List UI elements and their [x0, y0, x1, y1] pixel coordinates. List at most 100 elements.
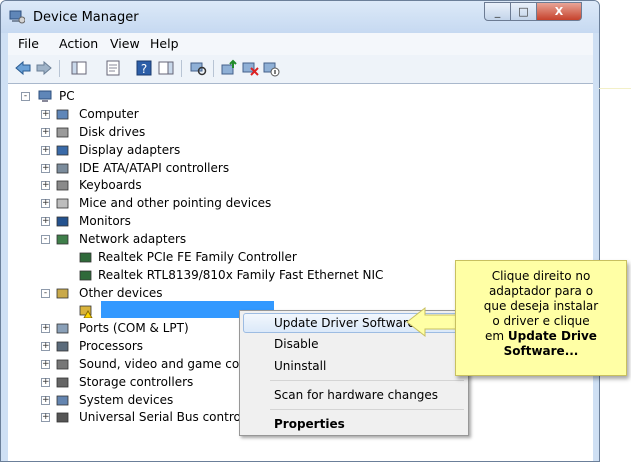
tree-category[interactable]: + Display adapters	[41, 142, 541, 160]
expand-icon[interactable]: +	[41, 110, 50, 119]
menu-separator	[270, 409, 464, 410]
help-icon[interactable]: ?	[135, 59, 153, 77]
forward-icon[interactable]	[35, 59, 53, 77]
expand-icon[interactable]: +	[41, 324, 50, 334]
tree-item-label: Realtek PCIe FE Family Controller	[98, 249, 297, 264]
toolbar-separator	[213, 60, 214, 77]
tree-item-label: Display adapters	[79, 142, 181, 157]
expand-icon[interactable]: +	[41, 359, 50, 369]
tree-item-label: Other devices	[79, 285, 163, 300]
tree-category[interactable]: + IDE ATA/ATAPI controllers	[41, 160, 541, 178]
menu-view[interactable]: View	[110, 36, 140, 51]
disable-icon[interactable]	[262, 59, 280, 77]
tree-item-label: Computer	[79, 107, 139, 121]
storage-icon	[56, 377, 69, 388]
tree-category[interactable]: + Disk drives	[41, 124, 541, 142]
monitor-icon	[56, 216, 69, 227]
uninstall-menu-item[interactable]: Uninstall	[274, 359, 326, 373]
toolbar-separator	[59, 60, 60, 77]
callout-line: o driver e clique	[492, 314, 590, 328]
expand-icon[interactable]: +	[41, 127, 50, 137]
tree-item-label: Mice and other pointing devices	[79, 196, 272, 211]
tree-root-label: PC	[59, 89, 75, 103]
callout-line: em Update Drive	[456, 329, 626, 344]
tree-item-label: Storage controllers	[79, 374, 194, 389]
title-bar[interactable]: Device Manager _ □ X	[1, 1, 599, 33]
network-card-icon	[79, 270, 92, 281]
menu-bar: File Action View Help	[8, 33, 593, 56]
tree-item-label: Monitors	[79, 214, 131, 229]
mouse-icon	[56, 198, 69, 209]
network-adapter-icon	[56, 234, 69, 245]
tree-item-label: Ports (COM & LPT)	[79, 321, 189, 336]
minimize-button[interactable]: _	[484, 2, 511, 21]
callout-text: em	[485, 329, 508, 343]
window-title: Device Manager	[33, 10, 139, 25]
tree-item-label: Network adapters	[79, 231, 187, 246]
expand-icon[interactable]: +	[41, 181, 50, 191]
port-icon	[56, 323, 69, 334]
expand-icon[interactable]: +	[41, 342, 50, 352]
callout-bold-text: Update Drive	[507, 329, 597, 343]
update-driver-icon[interactable]	[220, 59, 238, 77]
tree-category[interactable]: + Keyboards	[41, 177, 541, 195]
expand-icon[interactable]: +	[41, 395, 50, 405]
scan-hardware-menu-item[interactable]: Scan for hardware changes	[274, 388, 438, 402]
properties-icon[interactable]	[104, 59, 122, 77]
warning-device-icon	[79, 305, 93, 319]
tree-category[interactable]: + Mice and other pointing devices	[41, 195, 541, 213]
keyboard-icon	[56, 180, 69, 191]
uninstall-icon[interactable]	[241, 59, 259, 77]
back-icon[interactable]	[14, 59, 32, 77]
action-pane-icon[interactable]	[157, 59, 175, 77]
network-card-icon	[79, 252, 92, 263]
expand-icon[interactable]: +	[41, 217, 50, 227]
device-manager-app-icon	[9, 10, 25, 24]
tree-item-label: Disk drives	[79, 124, 146, 139]
disable-menu-item[interactable]: Disable	[274, 337, 319, 351]
tree-category[interactable]: - Network adapters	[41, 231, 541, 249]
close-button[interactable]: X	[536, 2, 582, 21]
callout-arrow-icon	[406, 306, 457, 338]
ide-controller-icon	[56, 163, 69, 173]
instruction-callout: Clique direito no adaptador para o que d…	[455, 260, 627, 376]
expand-icon[interactable]: +	[41, 145, 50, 155]
expand-icon[interactable]: +	[41, 199, 50, 209]
toolbar-separator	[181, 60, 182, 77]
expand-icon[interactable]: +	[41, 163, 50, 173]
maximize-button[interactable]: □	[510, 2, 537, 21]
expand-icon[interactable]: +	[41, 377, 50, 387]
show-hide-tree-icon[interactable]	[70, 59, 88, 77]
properties-menu-item[interactable]: Properties	[274, 417, 345, 431]
callout-bold-line: Software...	[503, 344, 579, 358]
disk-drive-icon	[56, 127, 69, 138]
tree-item-label: Keyboards	[79, 178, 142, 193]
menu-help[interactable]: Help	[150, 36, 179, 51]
scan-hardware-icon[interactable]	[189, 59, 207, 77]
other-devices-icon	[56, 288, 69, 298]
toolbar: ?	[8, 55, 593, 84]
update-driver-menu-item[interactable]: Update Driver Software...	[274, 316, 426, 330]
menu-separator	[270, 380, 464, 381]
collapse-icon[interactable]: -	[41, 234, 50, 244]
expand-icon[interactable]: +	[41, 413, 50, 423]
tree-item-label: Realtek RTL8139/810x Family Fast Etherne…	[98, 267, 384, 282]
menu-file[interactable]: File	[18, 36, 39, 51]
menu-action[interactable]: Action	[59, 36, 98, 51]
collapse-icon[interactable]: -	[21, 92, 30, 101]
processor-icon	[56, 341, 69, 352]
sound-icon	[56, 359, 69, 370]
collapse-icon[interactable]: -	[41, 288, 50, 298]
usb-icon	[56, 413, 69, 423]
callout-line: Clique direito no	[491, 269, 591, 283]
system-devices-icon	[56, 395, 69, 405]
tree-item-label: IDE ATA/ATAPI controllers	[79, 160, 230, 175]
display-adapter-icon	[56, 145, 69, 156]
tree-category[interactable]: + Computer	[41, 106, 541, 124]
tree-root[interactable]: - PC	[21, 88, 101, 106]
tree-item-label: Processors	[79, 339, 144, 354]
computer-root-icon	[38, 90, 52, 102]
tree-category[interactable]: + Monitors	[41, 213, 541, 231]
computer-icon	[56, 109, 69, 120]
callout-line: que deseja instalar	[483, 299, 599, 313]
